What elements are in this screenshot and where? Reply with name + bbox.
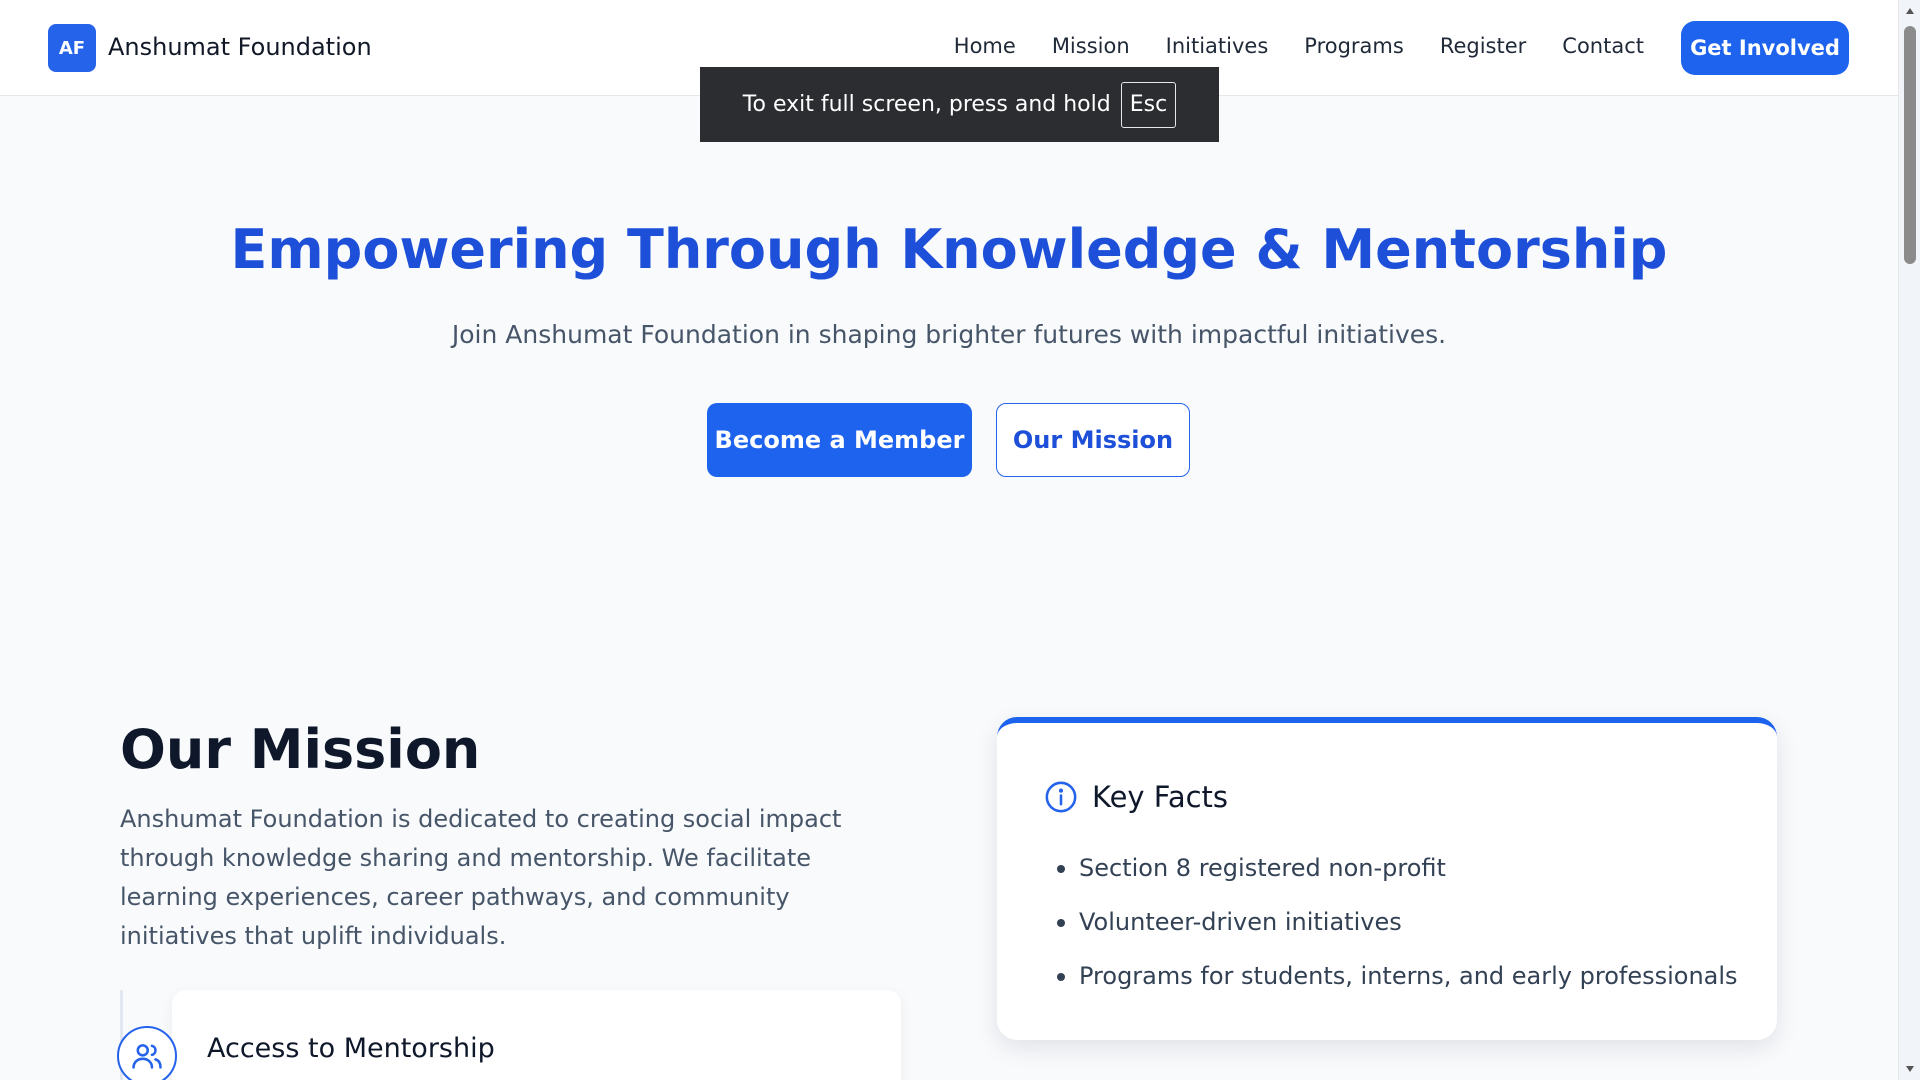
brand-name[interactable]: Anshumat Foundation	[108, 33, 372, 61]
list-item: Programs for students, interns, and earl…	[1057, 961, 1738, 1015]
mission-description: Anshumat Foundation is dedicated to crea…	[120, 805, 842, 950]
get-involved-button[interactable]: Get Involved	[1681, 21, 1849, 75]
list-item: Volunteer-driven initiatives	[1057, 907, 1738, 961]
toast-message: To exit full screen, press and hold	[742, 92, 1111, 117]
nav-contact[interactable]: Contact	[1562, 34, 1644, 58]
key-facts-title: Key Facts	[1092, 780, 1229, 814]
nav-mission[interactable]: Mission	[1052, 34, 1130, 58]
vertical-scrollbar[interactable]	[1898, 0, 1920, 1080]
scroll-up-arrow-icon[interactable]	[1899, 0, 1920, 22]
nav-initiatives[interactable]: Initiatives	[1166, 34, 1269, 58]
become-member-button[interactable]: Become a Member	[707, 403, 972, 477]
mentorship-card-title: Access to Mentorship	[207, 1033, 495, 1064]
hero-subtitle: Join Anshumat Foundation in shaping brig…	[451, 320, 1447, 349]
logo-badge[interactable]: AF	[48, 24, 96, 72]
nav-home[interactable]: Home	[954, 34, 1016, 58]
fullscreen-exit-toast: To exit full screen, press and hold Esc	[700, 67, 1219, 142]
info-icon	[1045, 781, 1077, 813]
hero-title: Empowering Through Knowledge & Mentorshi…	[230, 218, 1668, 281]
nav-programs[interactable]: Programs	[1304, 34, 1404, 58]
page: AF Anshumat Foundation Home Mission Init…	[0, 0, 1898, 1080]
scrollbar-thumb[interactable]	[1904, 26, 1916, 264]
key-facts-card: Key Facts Section 8 registered non-profi…	[997, 717, 1777, 1040]
our-mission-button[interactable]: Our Mission	[996, 403, 1190, 477]
main-nav: Home Mission Initiatives Programs Regist…	[954, 34, 1644, 58]
key-facts-list: Section 8 registered non-profit Voluntee…	[1057, 853, 1738, 1015]
scroll-down-arrow-icon[interactable]	[1899, 1058, 1920, 1080]
esc-key-hint: Esc	[1120, 81, 1177, 128]
users-icon	[117, 1026, 177, 1080]
nav-register[interactable]: Register	[1440, 34, 1526, 58]
mission-heading: Our Mission	[120, 718, 481, 781]
list-item: Section 8 registered non-profit	[1057, 853, 1738, 907]
